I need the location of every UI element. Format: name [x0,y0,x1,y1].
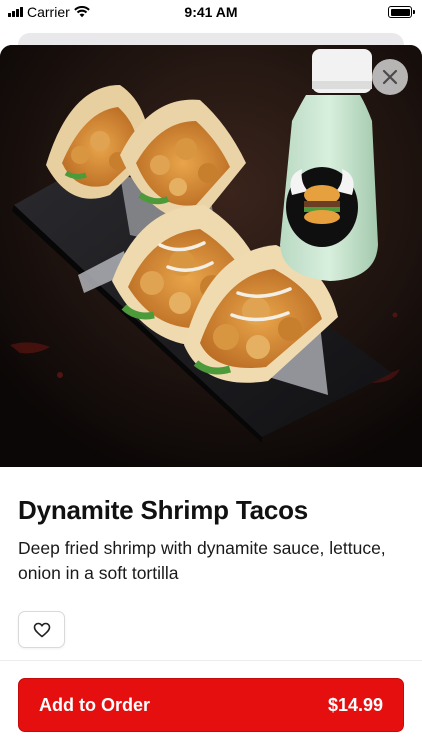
status-left: Carrier [8,4,90,20]
divider [0,660,422,661]
wifi-icon [73,6,90,18]
carrier-label: Carrier [27,4,70,20]
favorite-button[interactable] [18,611,65,648]
product-image [0,45,422,467]
add-to-order-label: Add to Order [39,694,150,715]
close-button[interactable] [372,59,408,95]
status-bar: Carrier 9:41 AM [0,0,422,24]
price-label: $14.99 [327,694,383,715]
close-icon [382,69,398,85]
heart-icon [33,622,50,637]
battery-icon [388,6,415,18]
signal-icon [8,7,23,17]
add-to-order-button[interactable]: Add to Order $14.99 [18,678,404,732]
product-description: Deep fried shrimp with dynamite sauce, l… [18,538,386,583]
product-title: Dynamite Shrimp Tacos [18,495,309,525]
